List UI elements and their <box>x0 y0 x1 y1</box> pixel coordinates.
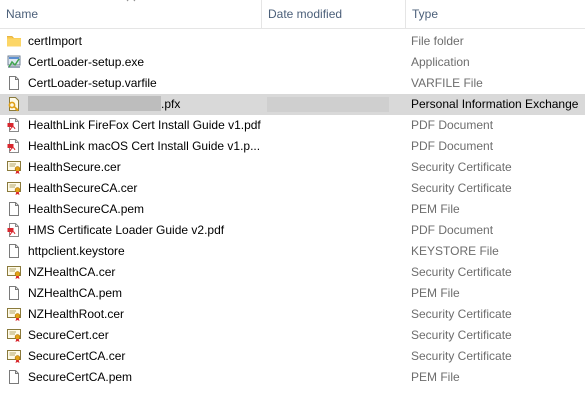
installer-icon <box>6 54 22 70</box>
certificate-icon <box>6 306 22 322</box>
file-type: Security Certificate <box>411 181 512 195</box>
file-row[interactable]: HealthSecureCA.pem PEM File <box>0 199 585 220</box>
file-type: Security Certificate <box>411 160 512 174</box>
file-type: Security Certificate <box>411 265 512 279</box>
file-name: certImport <box>28 31 82 52</box>
file-type: Personal Information Exchange <box>411 97 579 111</box>
file-type: Application <box>411 55 470 69</box>
file-name: CertLoader-setup.varfile <box>28 73 157 94</box>
file-row[interactable]: HealthLink macOS Cert Install Guide v1.p… <box>0 136 585 157</box>
file-type: PDF Document <box>411 223 494 237</box>
column-header-bar: Name Date modified Type <box>0 0 585 29</box>
file-name: HealthLink macOS Cert Install Guide v1.p… <box>28 136 260 157</box>
column-header-name-label: Name <box>6 7 39 21</box>
file-name: CertLoader-setup.exe <box>28 52 144 73</box>
certificate-icon <box>6 264 22 280</box>
pdf-icon <box>6 138 22 154</box>
file-type: VARFILE File <box>411 76 483 90</box>
file-name: HealthSecure.cer <box>28 157 121 178</box>
column-header-name[interactable]: Name <box>0 0 261 28</box>
folder-icon <box>6 33 22 49</box>
file-name: NZHealthRoot.cer <box>28 304 124 325</box>
generic-file-icon <box>6 75 22 91</box>
file-type: PEM File <box>411 202 460 216</box>
generic-file-icon <box>6 285 22 301</box>
certificate-icon <box>6 327 22 343</box>
file-row[interactable]: CertLoader-setup.varfile VARFILE File <box>0 73 585 94</box>
file-row[interactable]: .pfx Personal Information Exchange <box>0 94 585 115</box>
file-row[interactable]: SecureCertCA.cer Security Certificate <box>0 346 585 367</box>
redacted-date-block <box>267 97 389 112</box>
file-row[interactable]: HealthSecureCA.cer Security Certificate <box>0 178 585 199</box>
file-name-text: certImport <box>28 34 83 48</box>
certificate-icon <box>6 348 22 364</box>
file-row[interactable]: certImport File folder <box>0 31 585 52</box>
file-name-text: CertLoader-setup.exe <box>28 55 145 69</box>
file-type: PDF Document <box>411 139 494 153</box>
column-header-type-label: Type <box>412 7 439 21</box>
file-type: File folder <box>411 34 464 48</box>
file-type: PEM File <box>411 286 460 300</box>
file-row[interactable]: httpclient.keystore KEYSTORE File <box>0 241 585 262</box>
file-type: PEM File <box>411 370 460 384</box>
pdf-icon <box>6 117 22 133</box>
redacted-filename-block <box>28 96 161 111</box>
file-type: Security Certificate <box>411 307 512 321</box>
file-type: PDF Document <box>411 118 494 132</box>
generic-file-icon <box>6 369 22 385</box>
file-name-text: HealthSecureCA.cer <box>28 181 138 195</box>
file-type: Security Certificate <box>411 349 512 363</box>
file-name: .pfx <box>28 94 180 115</box>
file-name-text: NZHealthRoot.cer <box>28 307 125 321</box>
column-header-type[interactable]: Type <box>405 0 585 28</box>
certificate-icon <box>6 180 22 196</box>
file-name-text: SecureCertCA.pem <box>28 370 133 384</box>
file-name-text: NZHealthCA.cer <box>28 265 116 279</box>
file-type: KEYSTORE File <box>411 244 499 258</box>
column-header-date-modified[interactable]: Date modified <box>261 0 405 28</box>
generic-file-icon <box>6 201 22 217</box>
pdf-icon <box>6 222 22 238</box>
file-name-text: httpclient.keystore <box>28 244 125 258</box>
file-row[interactable]: HMS Certificate Loader Guide v2.pdf PDF D… <box>0 220 585 241</box>
file-name: NZHealthCA.pem <box>28 283 122 304</box>
file-name-text: SecureCertCA.cer <box>28 349 126 363</box>
file-name: HealthSecureCA.cer <box>28 178 137 199</box>
file-name: NZHealthCA.cer <box>28 262 115 283</box>
file-name-text: .pfx <box>161 97 181 111</box>
file-name-text: HealthSecure.cer <box>28 160 121 174</box>
file-name-text: HealthSecureCA.pem <box>28 202 145 216</box>
file-name: HealthSecureCA.pem <box>28 199 144 220</box>
column-header-date-modified-label: Date modified <box>268 7 343 21</box>
file-row[interactable]: HealthSecure.cer Security Certificate <box>0 157 585 178</box>
file-row[interactable]: NZHealthRoot.cer Security Certificate <box>0 304 585 325</box>
generic-file-icon <box>6 243 22 259</box>
file-name-text: SecureCert.cer <box>28 328 109 342</box>
file-type: Security Certificate <box>411 328 512 342</box>
file-name: SecureCert.cer <box>28 325 109 346</box>
file-name-text: HealthLink FireFox Cert Install Guide v1… <box>28 118 261 132</box>
file-name-text: NZHealthCA.pem <box>28 286 123 300</box>
file-row[interactable]: NZHealthCA.cer Security Certificate <box>0 262 585 283</box>
file-row[interactable]: NZHealthCA.pem PEM File <box>0 283 585 304</box>
file-name: SecureCertCA.cer <box>28 346 125 367</box>
pfx-icon <box>6 96 22 112</box>
file-list: certImport File folder CertLoader-setup.ex… <box>0 31 585 388</box>
file-row[interactable]: SecureCertCA.pem PEM File <box>0 367 585 388</box>
file-name-text: HMS Certificate Loader Guide v2.pdf <box>28 223 225 237</box>
sort-ascending-icon <box>126 0 136 2</box>
file-name-text: HealthLink macOS Cert Install Guide v1.p… <box>28 139 261 153</box>
file-name-text: CertLoader-setup.varfile <box>28 76 157 90</box>
file-name: httpclient.keystore <box>28 241 125 262</box>
file-name: SecureCertCA.pem <box>28 367 132 388</box>
certificate-icon <box>6 159 22 175</box>
file-name: HealthLink FireFox Cert Install Guide v1… <box>28 115 261 136</box>
file-row[interactable]: HealthLink FireFox Cert Install Guide v1… <box>0 115 585 136</box>
file-row[interactable]: CertLoader-setup.exe Application <box>0 52 585 73</box>
file-name: HMS Certificate Loader Guide v2.pdf <box>28 220 224 241</box>
file-row[interactable]: SecureCert.cer Security Certificate <box>0 325 585 346</box>
